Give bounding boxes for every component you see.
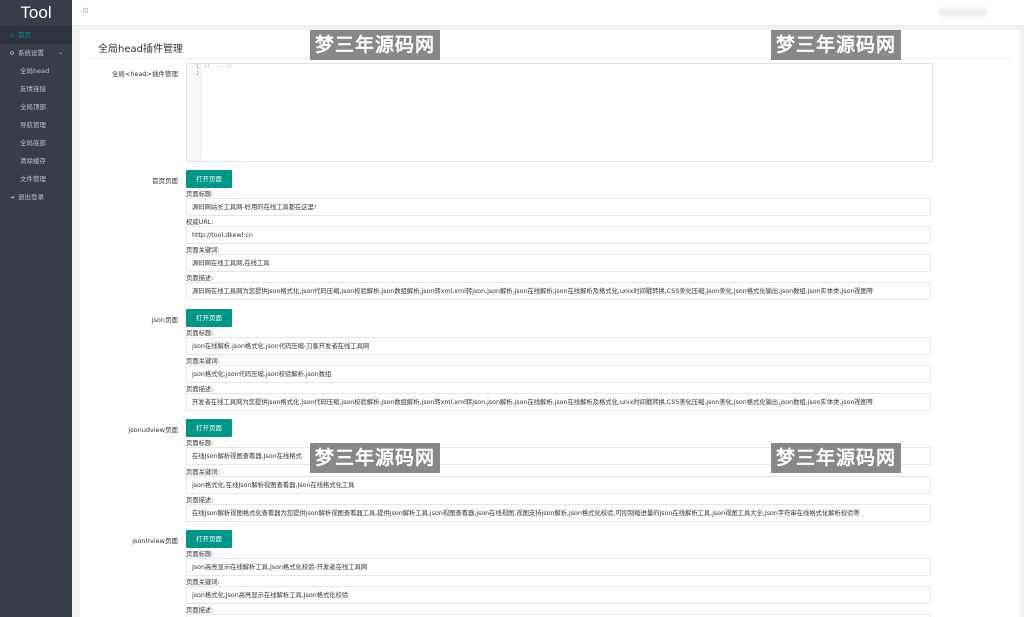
jsonlrview-keywords-label: 页面关键词: [186, 579, 220, 586]
json-title-input[interactable]: json在线解析,json格式化,json代码压缩-刀客开发者在线工具网 [186, 337, 931, 355]
open-jsonlrview-page-button[interactable]: 打开页面 [186, 530, 232, 548]
jsonlrview-title-label: 页面标题: [186, 551, 214, 558]
json-desc-label: 页面描述: [186, 386, 214, 393]
section-home-label: 首页页面 [152, 177, 178, 185]
editor-gutter: 1 2 [187, 64, 202, 161]
home-icon: ⌂ [10, 32, 14, 39]
gear-icon: ⚙ [9, 50, 15, 57]
sidebar-item-logout[interactable]: ⇥ 退出登录 [0, 188, 72, 206]
sidebar-item-system-settings[interactable]: ⚙ 系统设置 ⌄ [0, 44, 72, 62]
jsonlrview-title-input[interactable]: Json高亮显示在线解析工具,Json格式化校验-开发者在线工具网 [186, 558, 931, 576]
watermark: 梦三年源码网 [310, 30, 441, 60]
jsonudview-desc-input[interactable]: 在线Json解析视图格式化查看器为您提供json解析视图查看器工具,提供json… [186, 504, 931, 522]
top-header: ⊙ [72, 0, 1024, 26]
head-editor-label: 全局<head>插件管理 [111, 70, 178, 78]
home-desc-input[interactable]: 源码网在线工具网为您提供json格式化,json代码压缩,json校验解析,js… [186, 282, 931, 300]
sidebar-item-friend-links[interactable]: 友情连接 [0, 80, 72, 98]
sidebar: Tool ⌂ 首页 ⚙ 系统设置 ⌄ 全局head 友情连接 全局顶部 导航管理 全… [0, 0, 72, 617]
open-json-page-button[interactable]: 打开页面 [186, 309, 232, 327]
blurred-user-info [938, 8, 988, 17]
jsonudview-keywords-input[interactable]: json格式化,在线Json解析视图查看器,Json在线格式化工具 [186, 476, 931, 494]
section-jsonlrview-label: jsonlrview页面 [132, 537, 178, 545]
sidebar-item-file-management[interactable]: 文件管理 [0, 170, 72, 188]
watermark: 梦三年源码网 [310, 443, 441, 473]
home-url-input[interactable]: http://tool.dkewl.cn [186, 226, 931, 244]
jsonudview-title-label: 页面标题: [186, 440, 214, 447]
jsonlrview-keywords-input[interactable]: json格式化,Json高亮显示在线解析工具,Json格式化校验 [186, 586, 931, 604]
open-home-page-button[interactable]: 打开页面 [186, 170, 232, 188]
logout-icon: ⇥ [9, 194, 15, 201]
watermark: 梦三年源码网 [771, 30, 902, 60]
section-jsonudview-label: jsonudview页面 [128, 426, 178, 434]
app-logo: Tool [0, 0, 72, 25]
main-content: 全局head插件管理 全局<head>插件管理 1 2 <!------> 首页… [80, 30, 1020, 617]
sidebar-item-nav-management[interactable]: 导航管理 [0, 116, 72, 134]
page-title: 全局head插件管理 [98, 44, 183, 55]
chevron-down-icon: ⌄ [57, 49, 63, 56]
sidebar-item-home[interactable]: ⌂ 首页 [0, 26, 72, 44]
section-json-label: json页面 [151, 316, 178, 324]
sidebar-item-clear-cache[interactable]: 清除缓存 [0, 152, 72, 170]
jsonudview-desc-label: 页面描述: [186, 497, 214, 504]
home-keywords-label: 页面关键词: [186, 247, 220, 254]
jsonudview-keywords-label: 页面关键词: [186, 469, 220, 476]
sidebar-item-global-head[interactable]: 全局head [0, 62, 72, 80]
home-keywords-input[interactable]: 源码网在线工具网,在线工具 [186, 254, 931, 272]
open-jsonudview-page-button[interactable]: 打开页面 [186, 419, 232, 437]
jsonlrview-desc-label: 页面描述: [186, 607, 214, 614]
location-pin-icon[interactable]: ⊙ [82, 7, 89, 15]
json-desc-input[interactable]: 开发者在线工具网为您提供json格式化,json代码压缩,json校验解析,js… [186, 393, 931, 411]
json-title-label: 页面标题: [186, 330, 214, 337]
home-url-label: 权威URL: [186, 219, 214, 226]
head-code-editor[interactable]: 1 2 <!------> [186, 63, 933, 162]
sidebar-item-global-footer[interactable]: 全局底部 [0, 134, 72, 152]
json-keywords-input[interactable]: json格式化,json代码压缩,json校验解析,json数组 [186, 365, 931, 383]
json-keywords-label: 页面关键词: [186, 358, 220, 365]
home-desc-label: 页面描述: [186, 275, 214, 282]
home-title-label: 页面标题: [186, 191, 214, 198]
sidebar-item-global-top[interactable]: 全局顶部 [0, 98, 72, 116]
editor-code: <!------> [204, 64, 232, 70]
watermark: 梦三年源码网 [771, 443, 902, 473]
home-title-input[interactable]: 源码网站长工具网-好用的在线工具都在这里! [186, 198, 931, 216]
